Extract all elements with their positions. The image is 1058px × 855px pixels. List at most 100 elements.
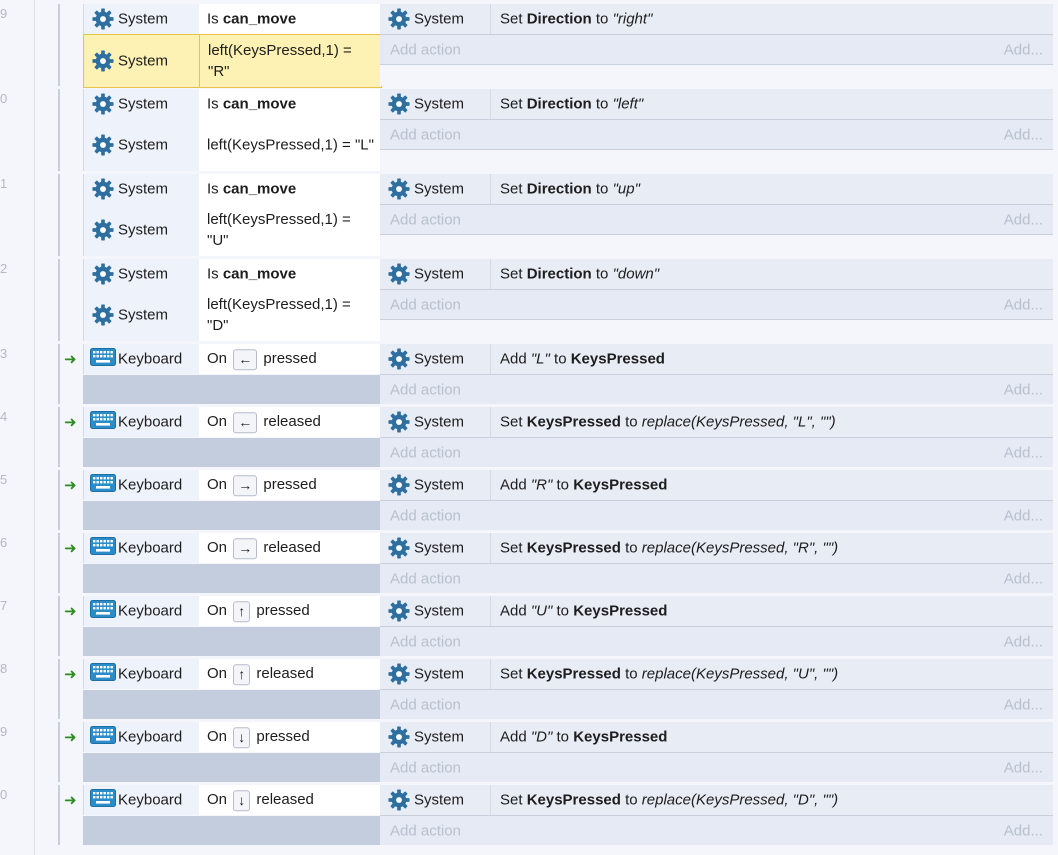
action-text[interactable]: Add "R" to KeysPressed xyxy=(500,477,667,494)
condition-row[interactable]: System Is can_move xyxy=(58,174,381,204)
condition-row[interactable]: System left(KeysPressed,1) = "L" xyxy=(58,119,381,171)
trigger-condition-row[interactable]: ➜ Keyboard On ↑ released xyxy=(58,659,381,689)
action-object-cell[interactable]: System xyxy=(380,344,491,374)
action-object-cell[interactable]: System xyxy=(380,407,491,437)
event-block[interactable]: 3 ➜ Keyboard On ← pressed Add action Add... Sy… xyxy=(0,344,1053,404)
add-action-more[interactable]: Add... xyxy=(1004,570,1043,587)
action-row[interactable]: System Set Direction to "up" xyxy=(380,174,1053,204)
condition-object-cell[interactable]: Keyboard xyxy=(83,596,200,626)
condition-text-cell[interactable]: left(KeysPressed,1) = "D" xyxy=(199,289,381,341)
action-text[interactable]: Set Direction to "up" xyxy=(500,181,640,198)
trigger-condition-row[interactable]: ➜ Keyboard On ← released xyxy=(58,407,381,437)
condition-text-cell[interactable]: On → released xyxy=(199,533,381,563)
condition-object-cell[interactable]: System xyxy=(83,4,200,34)
add-action-row[interactable]: Add action Add... xyxy=(380,753,1053,782)
condition-row[interactable]: System Is can_move xyxy=(58,259,381,289)
add-action-label[interactable]: Add action xyxy=(390,444,461,461)
event-block[interactable]: 8 ➜ Keyboard On ↑ released Add action Add... S… xyxy=(0,659,1053,719)
add-action-more[interactable]: Add... xyxy=(1004,696,1043,713)
event-block[interactable]: 4 ➜ Keyboard On ← released Add action Add... S… xyxy=(0,407,1053,467)
condition-object-cell[interactable]: System xyxy=(83,174,200,204)
add-action-label[interactable]: Add action xyxy=(390,211,461,228)
condition-empty-area[interactable] xyxy=(83,501,380,530)
condition-object-cell[interactable]: Keyboard xyxy=(83,407,200,437)
add-action-row[interactable]: Add action Add... xyxy=(380,438,1053,467)
action-row[interactable]: System Set Direction to "down" xyxy=(380,259,1053,289)
condition-row[interactable]: System left(KeysPressed,1) = "D" xyxy=(58,289,381,341)
add-action-label[interactable]: Add action xyxy=(390,633,461,650)
condition-object-cell[interactable]: System xyxy=(83,204,200,256)
add-action-row[interactable]: Add action Add... xyxy=(380,627,1053,656)
action-text[interactable]: Set KeysPressed to replace(KeysPressed, … xyxy=(500,792,838,809)
condition-object-cell[interactable]: System xyxy=(83,89,200,119)
add-action-row[interactable]: Add action Add... xyxy=(380,290,1053,319)
action-row[interactable]: System Set KeysPressed to replace(KeysPre… xyxy=(380,407,1053,437)
add-action-row[interactable]: Add action Add... xyxy=(380,501,1053,530)
add-action-label[interactable]: Add action xyxy=(390,126,461,143)
condition-row-selected[interactable]: System left(KeysPressed,1) = "R" xyxy=(58,34,382,88)
add-action-label[interactable]: Add action xyxy=(390,381,461,398)
add-action-row[interactable]: Add action Add... xyxy=(380,690,1053,719)
condition-empty-area[interactable] xyxy=(83,816,380,845)
add-action-more[interactable]: Add... xyxy=(1004,381,1043,398)
condition-empty-area[interactable] xyxy=(83,438,380,467)
condition-object-cell[interactable]: System xyxy=(83,34,200,88)
event-block[interactable]: 9 ➜ Keyboard On ↓ pressed Add action Add... Sy… xyxy=(0,722,1053,782)
trigger-condition-row[interactable]: ➜ Keyboard On ↓ pressed xyxy=(58,722,381,752)
trigger-condition-row[interactable]: ➜ Keyboard On ↑ pressed xyxy=(58,596,381,626)
action-object-cell[interactable]: System xyxy=(380,174,491,204)
event-block[interactable]: 2 System Is can_move System left(KeysPressed… xyxy=(0,259,1053,341)
condition-object-cell[interactable]: Keyboard xyxy=(83,533,200,563)
condition-empty-area[interactable] xyxy=(83,627,380,656)
add-action-more[interactable]: Add... xyxy=(1004,211,1043,228)
condition-text-cell[interactable]: Is can_move xyxy=(199,4,381,34)
action-object-cell[interactable]: System xyxy=(380,533,491,563)
action-row[interactable]: System Add "D" to KeysPressed xyxy=(380,722,1053,752)
condition-object-cell[interactable]: Keyboard xyxy=(83,659,200,689)
action-row[interactable]: System Set KeysPressed to replace(KeysPre… xyxy=(380,659,1053,689)
action-object-cell[interactable]: System xyxy=(380,722,491,752)
action-row[interactable]: System Set KeysPressed to replace(KeysPre… xyxy=(380,533,1053,563)
add-action-label[interactable]: Add action xyxy=(390,759,461,776)
action-text[interactable]: Set KeysPressed to replace(KeysPressed, … xyxy=(500,414,836,431)
condition-text-cell[interactable]: Is can_move xyxy=(199,89,381,119)
event-block[interactable]: 9 System Is can_move System left(KeysPressed… xyxy=(0,4,1053,88)
add-action-more[interactable]: Add... xyxy=(1004,41,1043,58)
action-object-cell[interactable]: System xyxy=(380,4,491,34)
condition-text-cell[interactable]: left(KeysPressed,1) = "R" xyxy=(199,34,382,88)
trigger-condition-row[interactable]: ➜ Keyboard On ↓ released xyxy=(58,785,381,815)
condition-text-cell[interactable]: On ↓ released xyxy=(199,785,381,815)
add-action-row[interactable]: Add action Add... xyxy=(380,375,1053,404)
condition-text-cell[interactable]: On ↑ pressed xyxy=(199,596,381,626)
condition-text-cell[interactable]: Is can_move xyxy=(199,259,381,289)
add-action-label[interactable]: Add action xyxy=(390,822,461,839)
condition-empty-area[interactable] xyxy=(83,375,380,404)
action-text[interactable]: Set KeysPressed to replace(KeysPressed, … xyxy=(500,666,838,683)
condition-text-cell[interactable]: On ↓ pressed xyxy=(199,722,381,752)
condition-row[interactable]: System Is can_move xyxy=(58,89,381,119)
add-action-more[interactable]: Add... xyxy=(1004,759,1043,776)
condition-empty-area[interactable] xyxy=(83,564,380,593)
action-row[interactable]: System Add "L" to KeysPressed xyxy=(380,344,1053,374)
action-object-cell[interactable]: System xyxy=(380,259,491,289)
action-object-cell[interactable]: System xyxy=(380,659,491,689)
condition-object-cell[interactable]: System xyxy=(83,289,200,341)
action-text[interactable]: Add "U" to KeysPressed xyxy=(500,603,667,620)
action-object-cell[interactable]: System xyxy=(380,89,491,119)
add-action-label[interactable]: Add action xyxy=(390,41,461,58)
add-action-row[interactable]: Add action Add... xyxy=(380,120,1053,149)
condition-object-cell[interactable]: System xyxy=(83,259,200,289)
condition-row[interactable]: System Is can_move xyxy=(58,4,381,34)
trigger-condition-row[interactable]: ➜ Keyboard On → released xyxy=(58,533,381,563)
action-text[interactable]: Set Direction to "down" xyxy=(500,266,659,283)
condition-text-cell[interactable]: Is can_move xyxy=(199,174,381,204)
condition-object-cell[interactable]: Keyboard xyxy=(83,344,200,374)
action-row[interactable]: System Set Direction to "left" xyxy=(380,89,1053,119)
add-action-more[interactable]: Add... xyxy=(1004,633,1043,650)
event-block[interactable]: 0 ➜ Keyboard On ↓ released Add action Add... S… xyxy=(0,785,1053,845)
action-row[interactable]: System Add "R" to KeysPressed xyxy=(380,470,1053,500)
action-text[interactable]: Set Direction to "left" xyxy=(500,96,643,113)
event-block[interactable]: 0 System Is can_move System left(KeysPressed… xyxy=(0,89,1053,171)
condition-text-cell[interactable]: On ↑ released xyxy=(199,659,381,689)
condition-empty-area[interactable] xyxy=(83,753,380,782)
